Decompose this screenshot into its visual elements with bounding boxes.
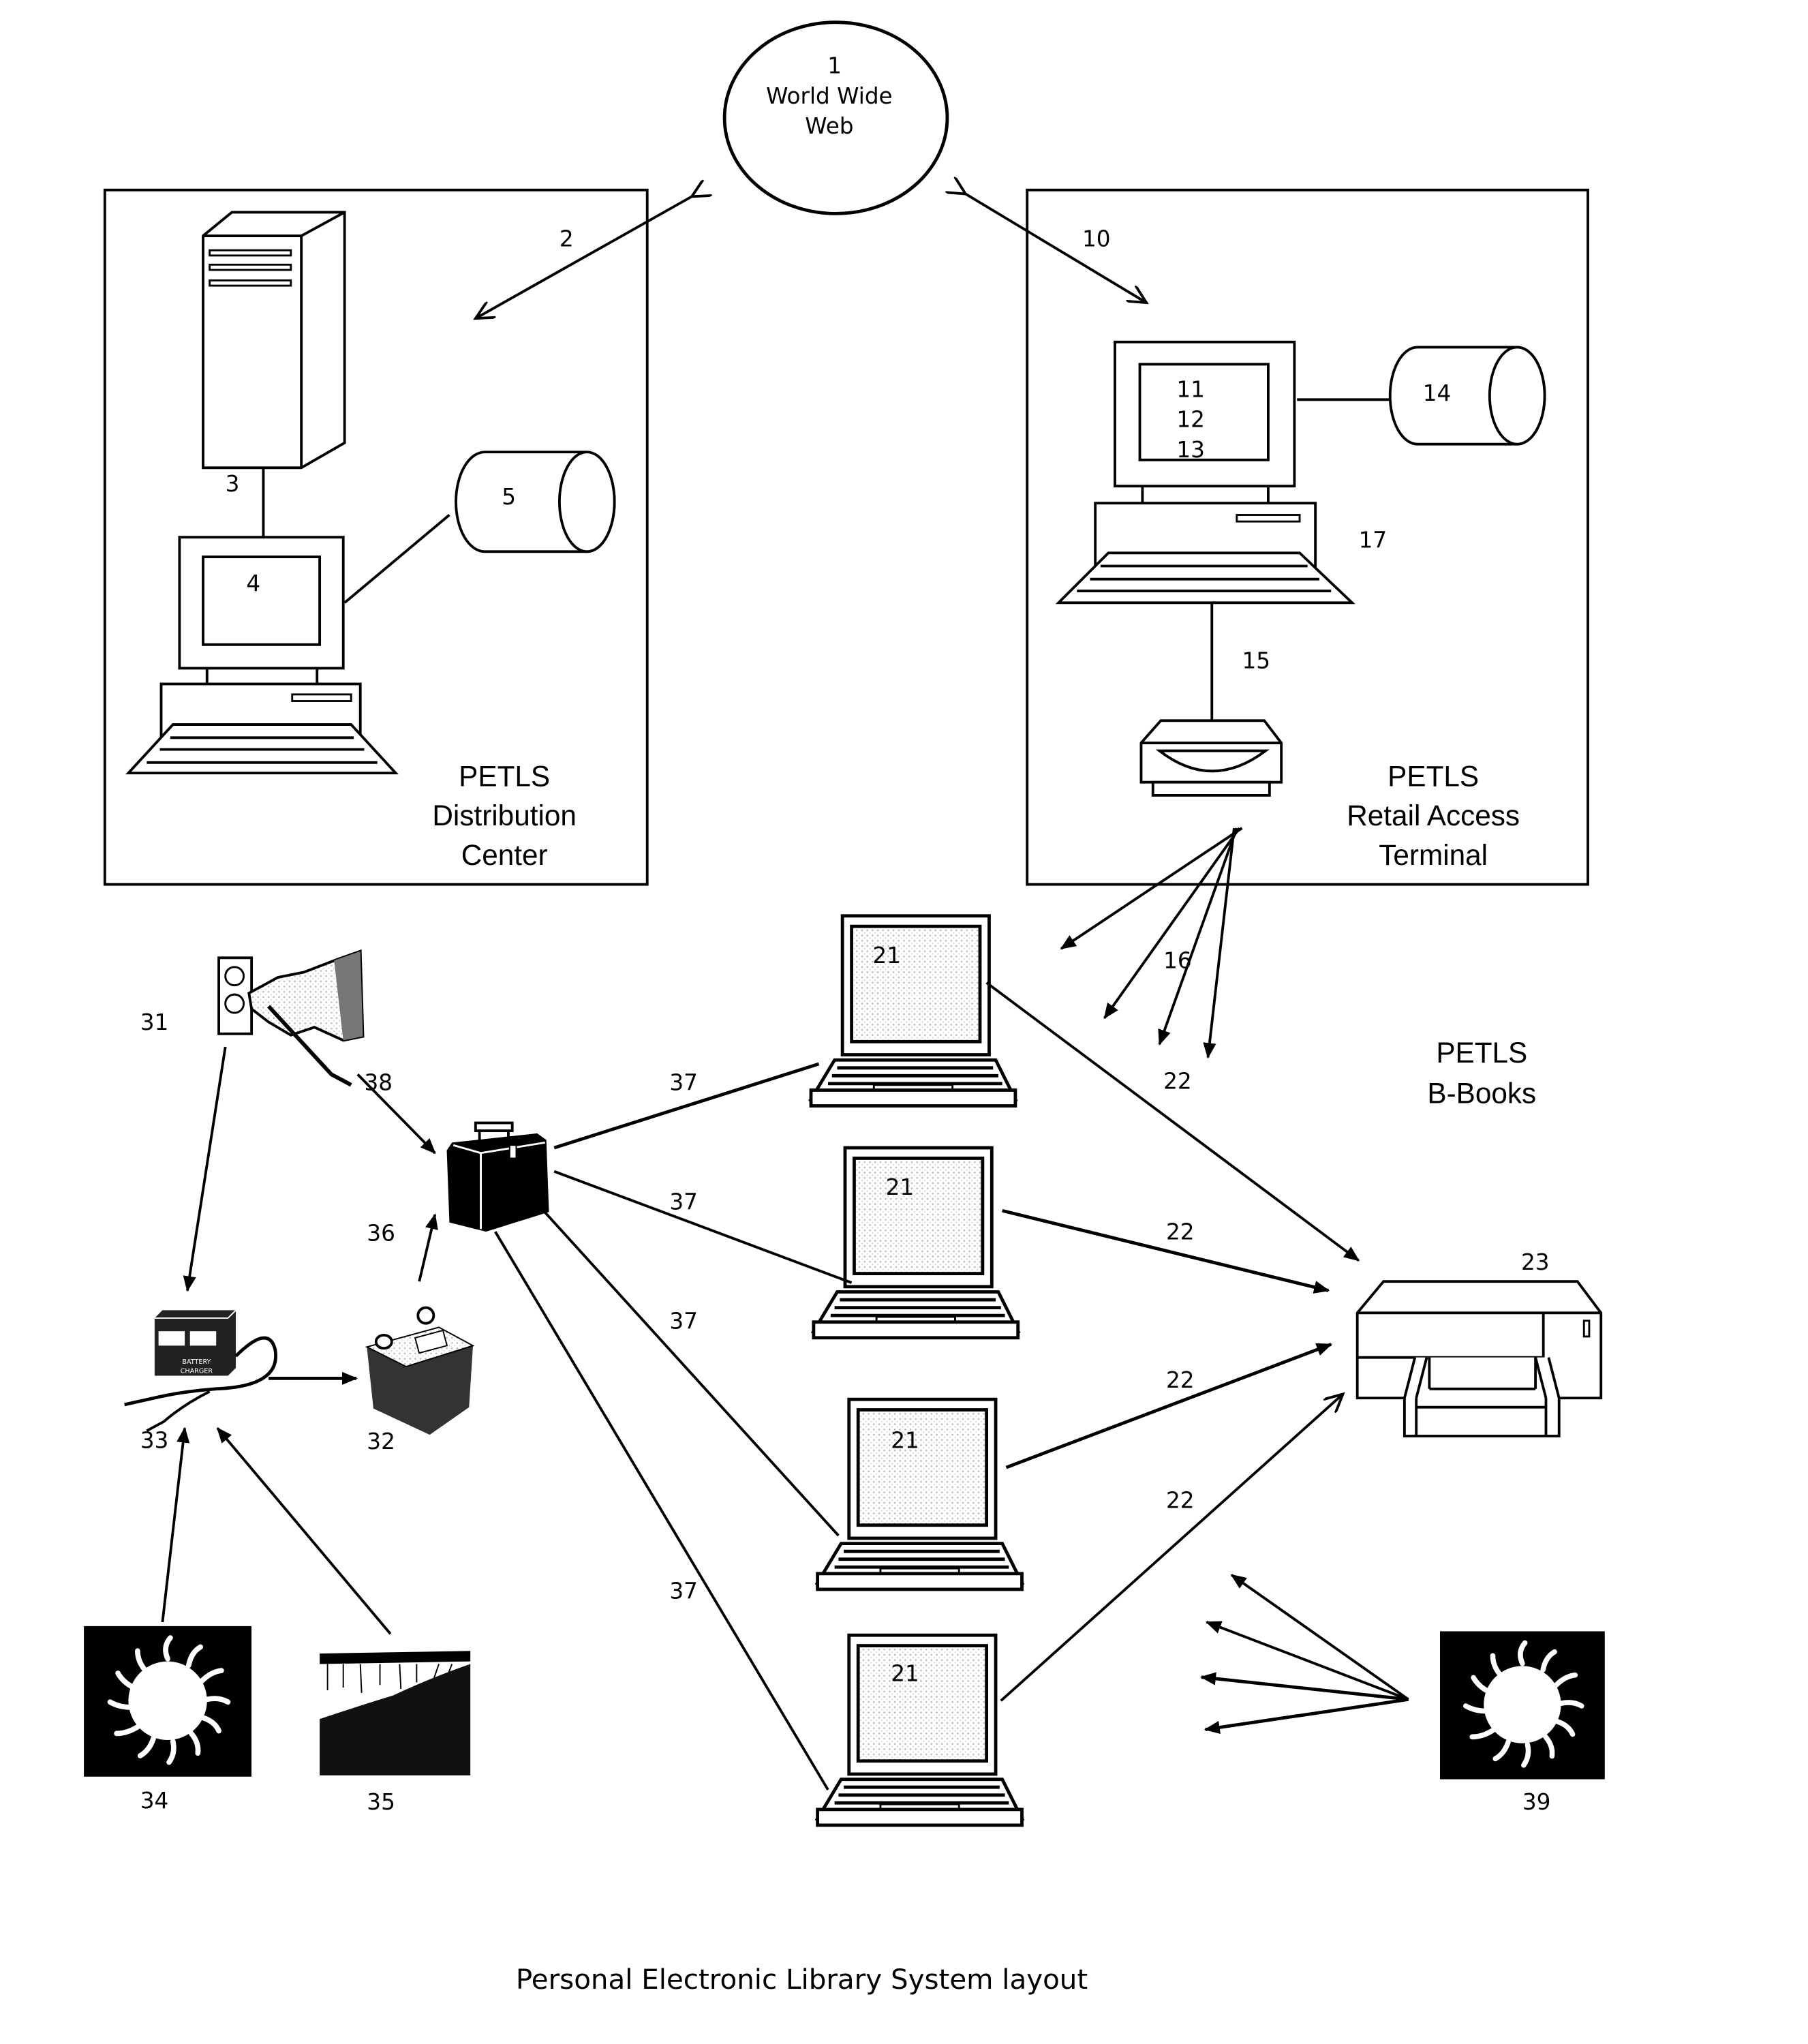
charge-link-label-4: 37	[669, 1578, 698, 1604]
outlet-to-charger-arrow	[183, 1046, 227, 1292]
solar-label: 34	[140, 1788, 169, 1814]
terminal-storage-label: 14	[1423, 380, 1452, 406]
cable-label: 15	[1242, 647, 1270, 673]
hydro-to-charger-arrow	[216, 1427, 392, 1635]
web-label-line2: Web	[805, 113, 853, 139]
battery-link-label: 36	[367, 1221, 395, 1247]
solar-wireless-arrows	[1199, 1574, 1409, 1735]
diagram-caption: Personal Electronic Library System layou…	[516, 1964, 1088, 1996]
bbook-laptop-2[interactable]	[814, 1148, 1018, 1338]
desktop-computer-icon	[125, 536, 399, 775]
terminal-storage-icon	[1388, 346, 1546, 446]
world-wide-web-node: 1 World Wide Web	[722, 20, 949, 215]
solar-wireless-icon	[1440, 1631, 1605, 1779]
server-icon	[202, 211, 346, 470]
bbooks-title-line1: PETLS	[1436, 1037, 1527, 1069]
storage-database-icon	[455, 451, 616, 553]
retail-terminal-panel: 10 11 12 13 17 14 15 PETLS Retail Access…	[966, 190, 1589, 886]
briefcase-power-pack-icon	[446, 1121, 549, 1232]
solar-to-charger-arrow	[161, 1427, 190, 1623]
hydro-waterfall-icon	[320, 1636, 471, 1775]
screen-label-13: 13	[1176, 437, 1205, 463]
outlet-link-label: 38	[364, 1069, 393, 1095]
solar-wireless-label: 39	[1522, 1789, 1551, 1815]
dc-title-line2: Distribution	[432, 799, 577, 832]
storage-label: 5	[502, 484, 516, 510]
bbook-laptop-4[interactable]	[818, 1635, 1022, 1825]
wall-outlet-icon	[217, 956, 254, 1035]
screen-label-12: 12	[1176, 407, 1205, 433]
link-2-arrow	[476, 196, 692, 318]
wireless-label: 16	[1163, 948, 1192, 974]
link-2-label: 2	[560, 226, 574, 251]
rat-title-line1: PETLS	[1388, 760, 1479, 792]
print-link-label-2: 22	[1166, 1367, 1195, 1393]
terminal-computer-icon	[1055, 340, 1355, 605]
link-10-label: 10	[1082, 226, 1111, 251]
petls-diagram: 1 World Wide Web 2 3 4 5 PETLS Distribut…	[0, 20, 1808, 1996]
wireless-target-label: 22	[1163, 1069, 1192, 1095]
charger-label: 33	[140, 1427, 169, 1453]
battery-icon	[365, 1306, 475, 1435]
rat-title-line2: Retail Access	[1347, 799, 1520, 832]
laptop-1-label: 21	[872, 943, 901, 968]
dc-title-line3: Center	[461, 839, 548, 871]
hydro-label: 35	[367, 1789, 395, 1815]
charge-link-label-2: 37	[669, 1189, 698, 1215]
link-10-arrow	[966, 194, 1146, 303]
bbook-laptop-3[interactable]	[818, 1399, 1022, 1589]
outlet-label: 31	[140, 1009, 169, 1035]
web-label-line1: World Wide	[766, 83, 893, 109]
laptop-3-label: 21	[891, 1427, 919, 1453]
distribution-center-panel: 2 3 4 5 PETLS Distribution Center	[103, 190, 692, 886]
charger-text-2: CHARGER	[181, 1368, 213, 1375]
dc-title-line1: PETLS	[459, 760, 550, 792]
rat-title-line3: Terminal	[1379, 839, 1488, 871]
laptop-2-label: 21	[886, 1174, 915, 1200]
battery-to-pack-arrow	[418, 1213, 438, 1282]
server-label: 3	[226, 471, 240, 497]
battery-charger-icon: BATTERY CHARGER	[124, 1309, 277, 1432]
print-link-label-3: 22	[1166, 1488, 1195, 1514]
bbooks-title-line2: B-Books	[1427, 1078, 1536, 1110]
charge-link-label-1: 37	[669, 1069, 698, 1095]
charger-text-1: BATTERY	[182, 1358, 211, 1366]
bbook-laptop-1[interactable]	[811, 916, 1015, 1106]
battery-label: 32	[367, 1429, 395, 1454]
hand-plug-icon	[247, 949, 365, 1087]
solar-panel-icon	[84, 1626, 251, 1777]
web-number: 1	[827, 53, 842, 79]
laptop-4-label: 21	[891, 1660, 919, 1686]
charge-link-label-3: 37	[669, 1308, 698, 1334]
computer-label: 4	[246, 570, 260, 596]
charge-links	[494, 1062, 853, 1791]
printer-label: 23	[1521, 1249, 1550, 1275]
terminal-computer-label: 17	[1359, 528, 1388, 553]
printer-icon[interactable]	[1355, 1280, 1603, 1437]
screen-label-11: 11	[1176, 376, 1205, 402]
print-link-label-1: 22	[1166, 1219, 1195, 1245]
wireless-download-arrows	[1060, 827, 1243, 1059]
disc-drive-icon	[1139, 719, 1283, 797]
